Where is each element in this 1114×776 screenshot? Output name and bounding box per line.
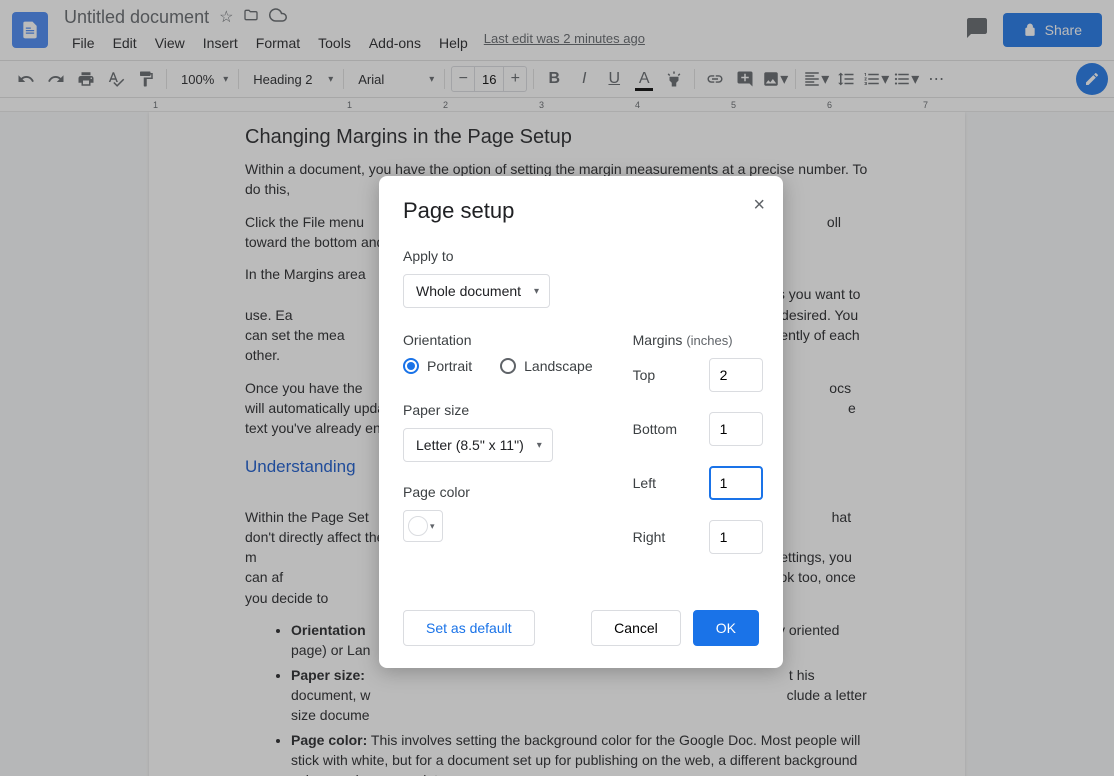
page-setup-dialog: Page setup × Apply to Whole document Ori…	[379, 176, 783, 668]
close-icon[interactable]: ×	[753, 194, 765, 217]
margin-bottom-label: Bottom	[633, 421, 677, 437]
set-default-button[interactable]: Set as default	[403, 610, 535, 646]
orientation-portrait[interactable]: Portrait	[403, 358, 472, 374]
orientation-label: Orientation	[403, 332, 593, 348]
margin-right-label: Right	[633, 529, 666, 545]
margin-top-input[interactable]	[709, 358, 763, 392]
margin-left-label: Left	[633, 475, 656, 491]
radio-icon	[500, 358, 516, 374]
paper-size-label: Paper size	[403, 402, 593, 418]
orientation-landscape[interactable]: Landscape	[500, 358, 593, 374]
page-color-select[interactable]	[403, 510, 443, 542]
margin-right-input[interactable]	[709, 520, 763, 554]
paper-size-select[interactable]: Letter (8.5" x 11")	[403, 428, 553, 462]
apply-to-label: Apply to	[403, 248, 759, 264]
margin-bottom-input[interactable]	[709, 412, 763, 446]
apply-to-select[interactable]: Whole document	[403, 274, 550, 308]
margin-left-input[interactable]	[709, 466, 763, 500]
cancel-button[interactable]: Cancel	[591, 610, 681, 646]
dialog-title: Page setup	[403, 198, 759, 224]
ok-button[interactable]: OK	[693, 610, 759, 646]
page-color-label: Page color	[403, 484, 593, 500]
radio-icon	[403, 358, 419, 374]
margins-label: Margins (inches)	[633, 332, 763, 348]
margin-top-label: Top	[633, 367, 656, 383]
